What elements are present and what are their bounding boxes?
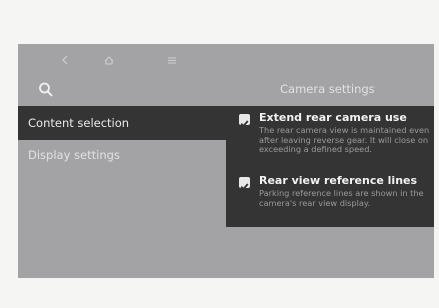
option-label: Rear view reference lines — [259, 174, 418, 187]
nav-bar — [18, 44, 434, 78]
menu-item-label: Content selection — [28, 116, 130, 130]
option-description: Parking reference lines are shown in the… — [259, 188, 424, 208]
checkbox-checked-icon[interactable] — [239, 177, 250, 191]
menu-item-content-selection[interactable]: Content selection — [18, 106, 226, 140]
menu-item-display-settings[interactable]: Display settings — [18, 140, 226, 174]
settings-panel: Extend rear camera use The rear camera v… — [226, 106, 434, 227]
menu-item-label: Display settings — [28, 148, 120, 162]
back-chevron-icon[interactable] — [60, 50, 70, 77]
infotainment-screen: Camera settings Content selection Displa… — [18, 44, 434, 278]
checkbox-checked-icon[interactable] — [239, 114, 250, 128]
page-title: Camera settings — [280, 82, 375, 96]
search-icon[interactable] — [38, 81, 54, 99]
menu-icon[interactable] — [166, 50, 178, 77]
home-icon[interactable] — [103, 50, 115, 77]
option-description: The rear camera view is maintained even … — [259, 125, 430, 155]
option-label: Extend rear camera use — [259, 111, 407, 124]
